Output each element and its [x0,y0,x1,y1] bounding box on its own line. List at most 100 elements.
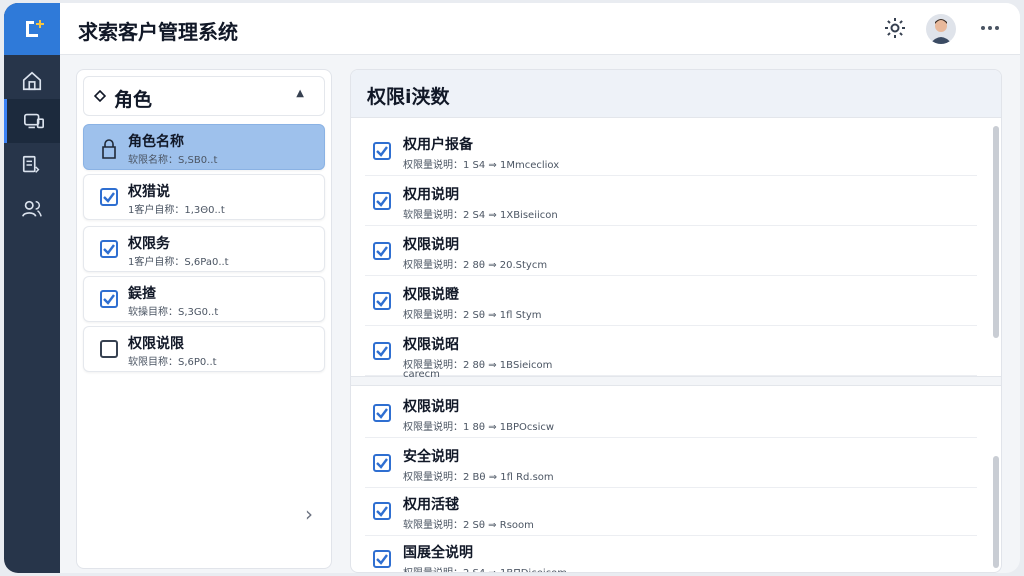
roles-title: 角色 [114,89,153,111]
permission-checkbox[interactable] [373,292,391,310]
checkbox-checked-icon [373,142,391,160]
checkbox-checked-icon [100,188,118,206]
role-item[interactable]: 权猎说 1客户自称：1,3Θ0..t [83,174,325,220]
section-divider [351,376,1001,386]
checkbox-checked-icon [373,454,391,472]
permission-name: 安全说明 [403,449,459,465]
checkbox-checked-icon [373,404,391,422]
role-description: 1客户自称：1,3Θ0..t [128,205,225,216]
permission-name: 国展全说明 [403,545,473,561]
user-avatar-icon [930,19,952,44]
permission-description-extra: carecm [403,369,440,380]
sidebar-nav [4,3,60,573]
permission-checkbox[interactable] [373,404,391,422]
more-options-button[interactable] [978,16,1002,44]
role-item[interactable]: 权限说限软限目称：S,6P0..t [83,326,325,372]
nav-home[interactable] [4,59,60,103]
role-checkbox[interactable] [100,240,118,258]
permission-checkbox[interactable] [373,342,391,360]
permission-description: 权限量说明：2 Sθ ⇒ 1fl Stym [403,310,542,321]
permission-description: 权限量说明：2 S4 ⇒ 1ΒΠDiceicom [403,564,567,572]
top-bar: 求索客户管理系统 [60,3,1020,55]
nav-devices[interactable] [4,99,60,143]
permission-name: 权用活毬 [403,497,459,513]
home-icon [22,71,42,91]
role-item[interactable]: 角色名称软限名称：S,SB0..t [83,124,325,170]
role-name: 权猎说 [128,184,170,200]
role-checkbox[interactable] [100,340,118,358]
permission-checkbox[interactable] [373,142,391,160]
permission-row[interactable]: 安全说明权限量说明：2 Bθ ⇒ 1fl Rd.som [365,438,977,488]
permission-row[interactable]: 权用活毬软限量说明：2 Sθ ⇒ Rsoom [365,486,977,536]
diamond-icon [94,90,106,102]
permission-checkbox[interactable] [373,550,391,568]
checkbox-checked-icon [373,292,391,310]
permission-row[interactable]: 国展全说明权限量说明：2 S4 ⇒ 1ΒΠDiceicom [365,534,977,572]
roles-panel-header[interactable]: 角色 ▲ [83,76,325,116]
role-icon [100,138,118,159]
permission-name: 权限说明 [403,237,459,253]
nav-documents[interactable] [4,143,60,187]
permissions-panel: 权限i浃数 权用户报备 权限量说明：1 S4 ⇒ 1Mmcecliox 权用说明 软限… [350,69,1002,573]
collapse-icon[interactable]: ▲ [296,88,304,99]
role-description: 软限名称：S,SB0..t [128,155,218,166]
permissions-panel-header: 权限i浃数 [351,70,1001,118]
checkbox-checked-icon [373,502,391,520]
checkbox-checked-icon [373,242,391,260]
permission-checkbox[interactable] [373,454,391,472]
permission-row[interactable]: 权用说明软限量说明：2 S4 ⇒ 1XBiseiicon [365,176,977,226]
app-logo[interactable] [4,3,60,55]
permission-name: 权限说明 [403,399,459,415]
scrollbar-top[interactable] [993,126,999,338]
role-item[interactable]: 权限务 1客户自称：S,6Pa0..t [83,226,325,272]
permission-description: 权限量说明：2 Bθ ⇒ 1fl Rd.som [403,472,554,483]
role-description: 软操目称：S,3G0..t [128,307,219,318]
document-icon [22,155,40,173]
checkbox-checked-icon [373,342,391,360]
app-title: 求索客户管理系统 [78,20,238,44]
permission-row[interactable]: 权用户报备权限量说明：1 S4 ⇒ 1Mmcecliox [365,126,977,176]
permission-checkbox[interactable] [373,242,391,260]
permissions-title: 权限i浃数 [367,86,450,108]
checkbox-empty-icon [100,340,118,358]
role-name: 权限说限 [128,336,184,352]
role-checkbox[interactable] [100,188,118,206]
role-name: 角色名称 [128,134,184,150]
scrollbar-bottom[interactable] [993,456,999,568]
app-window: 求索客户管理系统 角色 ▲ 角色名称 软限名称：S,SB0..t 权猎说 1客户… [4,3,1020,573]
logo-icon [26,20,44,37]
roles-panel: 角色 ▲ 角色名称 软限名称：S,SB0..t 权猎说 1客户自称：1,3Θ0..t 权… [76,69,332,569]
permission-name: 权限说昭 [403,337,459,353]
permission-row[interactable]: 权限说明权限量说明：2 8θ ⇒ 20.Stycm [365,226,977,276]
users-icon [22,200,42,217]
role-item[interactable]: 鋘揸软操目称：S,3G0..t [83,276,325,322]
chevron-right-icon[interactable]: › [305,502,313,526]
permission-checkbox[interactable] [373,192,391,210]
permission-description: 权限量说明：2 8θ ⇒ 20.Stycm [403,260,548,271]
permission-name: 权限说瞪 [403,287,459,303]
permission-name: 权用户报备 [403,137,473,153]
role-description: 1客户自称：S,6Pa0..t [128,257,229,268]
gear-icon [885,18,905,38]
permission-checkbox[interactable] [373,502,391,520]
permission-row[interactable]: 权限说瞪权限量说明：2 Sθ ⇒ 1fl Stym [365,276,977,326]
settings-button[interactable] [883,16,907,44]
permission-row[interactable]: 权限说明权限量说明：1 8θ ⇒ 1BPOcsicw [365,388,977,438]
role-name: 鋘揸 [128,286,156,302]
permission-description: 软限量说明：2 Sθ ⇒ Rsoom [403,520,534,531]
more-icon [981,26,999,30]
device-icon [23,113,44,129]
role-description: 软限目称：S,6P0..t [128,357,217,368]
checkbox-checked-icon [373,550,391,568]
permission-description: 权限量说明：1 S4 ⇒ 1Mmcecliox [403,160,560,171]
lock-icon [102,139,116,159]
nav-users[interactable] [4,187,60,231]
avatar[interactable] [926,14,956,44]
role-checkbox[interactable] [100,290,118,308]
permission-name: 权用说明 [403,187,459,203]
permission-row[interactable]: 权限说昭 权限量说明：2 8θ ⇒ 1ВSieicom carecm [365,326,977,380]
permission-description: 软限量说明：2 S4 ⇒ 1XBiseiicon [403,210,558,221]
permission-description: 权限量说明：1 8θ ⇒ 1BPOcsicw [403,422,555,433]
checkbox-checked-icon [100,290,118,308]
checkbox-checked-icon [373,192,391,210]
